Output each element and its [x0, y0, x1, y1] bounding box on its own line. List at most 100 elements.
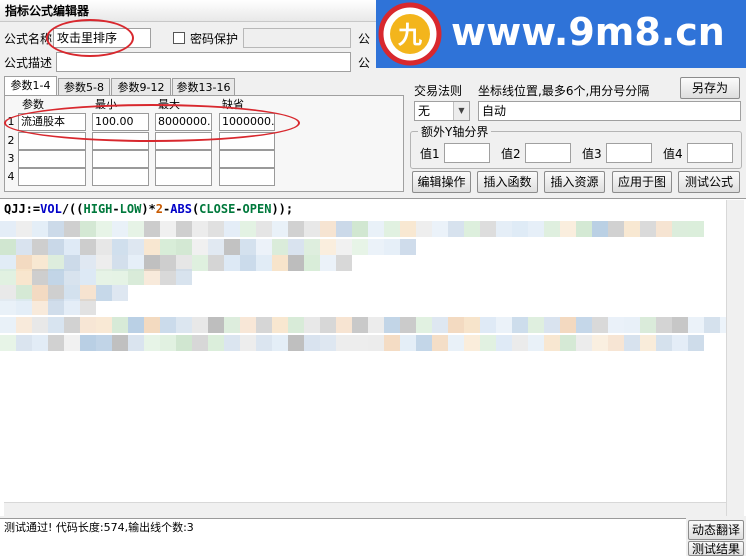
blurred-code-pixel [112, 317, 128, 333]
blurred-code-pixel [112, 269, 128, 285]
formula-name-input[interactable]: 攻击里排序 [53, 28, 151, 48]
blurred-code-pixel [208, 317, 224, 333]
param-name-cell[interactable] [18, 168, 86, 186]
blurred-code-pixel [64, 269, 80, 285]
blurred-code-pixel [288, 335, 304, 351]
blurred-code-pixel [16, 317, 32, 333]
param-header-min: 最小 [95, 98, 117, 111]
blurred-code-pixel [416, 221, 432, 237]
tab-params-9-12[interactable]: 参数9-12 [111, 78, 171, 96]
blurred-code-pixel [240, 317, 256, 333]
formula-desc-input[interactable] [56, 52, 351, 72]
insert-resource-button[interactable]: 插入资源 [544, 171, 605, 193]
param-row-number: 4 [7, 170, 15, 183]
right-label-2: 公 [358, 56, 371, 70]
test-formula-button[interactable]: 测试公式 [678, 171, 740, 193]
blurred-code-pixel [208, 335, 224, 351]
yaxis-value1-label: 值1 [420, 147, 440, 161]
code-token: QJJ:= [4, 202, 41, 216]
password-checkbox[interactable] [173, 32, 185, 44]
yaxis-value1-input[interactable] [444, 143, 490, 163]
test-results-button[interactable]: 测试结果 [688, 541, 744, 556]
param-min-cell[interactable] [92, 168, 149, 186]
vertical-scrollbar[interactable] [726, 200, 744, 516]
blurred-code-pixel [160, 317, 176, 333]
tab-params-5-8[interactable]: 参数5-8 [58, 78, 110, 96]
param-max-cell[interactable]: 8000000.0 [155, 113, 212, 131]
param-max-cell[interactable] [155, 150, 212, 168]
coord-input[interactable]: 自动 [478, 101, 741, 121]
password-input[interactable] [243, 28, 351, 48]
blurred-code-pixel [32, 269, 48, 285]
yaxis-value2-label: 值2 [501, 147, 521, 161]
code-editor[interactable]: QJJ:=VOL/((HIGH-LOW)*2-ABS(CLOSE-OPEN)); [0, 198, 746, 516]
blurred-code-pixel [256, 317, 272, 333]
blurred-code-pixel [480, 221, 496, 237]
param-min-cell[interactable]: 100.00 [92, 113, 149, 131]
param-name-cell[interactable] [18, 150, 86, 168]
blurred-code-pixel [0, 269, 16, 285]
blurred-code-pixel [128, 317, 144, 333]
blurred-code-pixel [112, 239, 128, 255]
blurred-code-pixel [528, 335, 544, 351]
blurred-code-pixel [320, 239, 336, 255]
blurred-code-pixel [128, 335, 144, 351]
param-min-cell[interactable] [92, 150, 149, 168]
apply-to-chart-button[interactable]: 应用于图 [612, 171, 672, 193]
blurred-code-pixel [256, 255, 272, 271]
blurred-code-pixel [528, 221, 544, 237]
blurred-code-pixel [576, 221, 592, 237]
blurred-code-pixel [80, 335, 96, 351]
param-default-cell[interactable] [219, 168, 275, 186]
blurred-code-pixel [224, 239, 240, 255]
blurred-code-pixel [144, 239, 160, 255]
chevron-down-icon[interactable]: ▼ [453, 102, 469, 120]
code-token: - [235, 202, 243, 216]
blurred-code-pixel [0, 299, 16, 315]
blurred-code-pixel [80, 299, 96, 315]
trade-rule-select[interactable]: 无 ▼ [414, 101, 470, 121]
blurred-code-pixel [368, 221, 384, 237]
blurred-code-pixel [496, 317, 512, 333]
param-default-cell[interactable] [219, 132, 275, 150]
param-name-cell[interactable] [18, 132, 86, 150]
yaxis-value3-input[interactable] [606, 143, 652, 163]
param-header-default: 缺省 [222, 98, 244, 111]
right-label-1: 公 [358, 32, 371, 46]
blurred-code-pixel [256, 221, 272, 237]
blurred-code-pixel [288, 239, 304, 255]
blurred-code-pixel [352, 239, 368, 255]
edit-operations-button[interactable]: 编辑操作 [412, 171, 471, 193]
tab-params-13-16[interactable]: 参数13-16 [172, 78, 235, 96]
blurred-code-pixel [448, 221, 464, 237]
yaxis-value2-input[interactable] [525, 143, 571, 163]
save-as-button[interactable]: 另存为 [680, 77, 740, 99]
blurred-code-pixel [112, 221, 128, 237]
param-min-cell[interactable] [92, 132, 149, 150]
trade-rule-label: 交易法则 [414, 84, 463, 98]
blurred-code-pixel [16, 269, 32, 285]
blurred-code-pixel [96, 317, 112, 333]
param-default-cell[interactable]: 1000000.0 [219, 113, 275, 131]
blurred-code-pixel [320, 335, 336, 351]
code-token: 2 [155, 202, 164, 216]
tab-params-1-4[interactable]: 参数1-4 [4, 76, 57, 96]
param-max-cell[interactable] [155, 168, 212, 186]
code-token: CLOSE [199, 202, 236, 216]
blurred-code-pixel [640, 317, 656, 333]
blurred-code-pixel [496, 335, 512, 351]
blurred-code-pixel [288, 221, 304, 237]
param-name-cell[interactable]: 流通股本 [18, 113, 86, 131]
dynamic-translate-button[interactable]: 动态翻译 [688, 520, 744, 540]
blurred-code-pixel [96, 221, 112, 237]
insert-function-button[interactable]: 插入函数 [477, 171, 538, 193]
param-row-number: 3 [7, 152, 15, 165]
blurred-code-pixel [656, 335, 672, 351]
horizontal-scrollbar[interactable] [4, 502, 726, 516]
param-default-cell[interactable] [219, 150, 275, 168]
blurred-code-pixel [368, 239, 384, 255]
blurred-code-pixel [160, 239, 176, 255]
yaxis-value4-input[interactable] [687, 143, 733, 163]
param-max-cell[interactable] [155, 132, 212, 150]
blurred-code-pixel [448, 335, 464, 351]
